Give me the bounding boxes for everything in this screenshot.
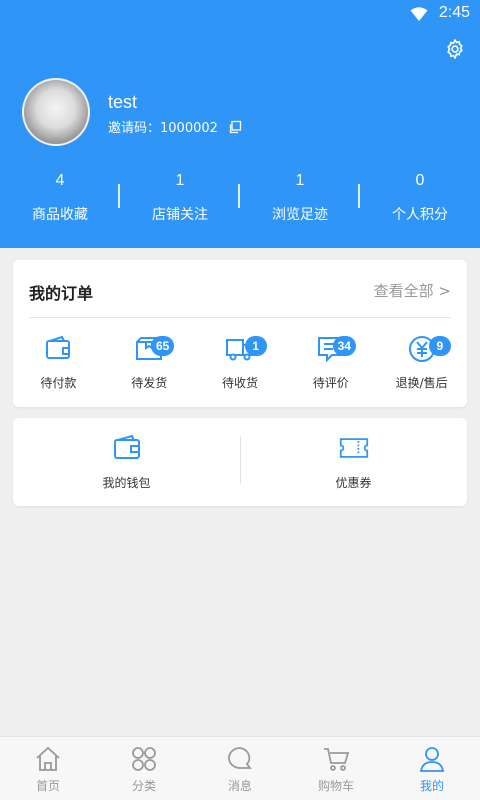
order-label: 待发货 (131, 376, 168, 390)
tab-messages[interactable]: 消息 (192, 737, 288, 800)
wallet-icon (46, 335, 71, 359)
coupons-button[interactable]: 优惠券 (240, 418, 467, 506)
category-icon (132, 747, 156, 771)
order-label: 待评价 (312, 376, 349, 390)
home-icon (36, 746, 60, 771)
stat-count: 1 (175, 172, 185, 189)
view-all-orders-link[interactable]: 查看全部 > (374, 280, 451, 301)
stat-favorites[interactable]: 4 商品收藏 (0, 168, 120, 232)
avatar[interactable] (22, 78, 90, 146)
order-count-badge: 65 (151, 336, 175, 356)
tab-home[interactable]: 首页 (0, 737, 96, 800)
tab-category[interactable]: 分类 (96, 737, 192, 800)
stat-count: 4 (55, 172, 65, 189)
order-pending-shipment[interactable]: 65 待发货 (104, 330, 195, 400)
stats-row: 4 商品收藏 1 店铺关注 1 浏览足迹 0 个人积分 (0, 168, 480, 232)
message-icon (228, 747, 252, 769)
username: test (108, 92, 138, 112)
tab-mine[interactable]: 我的 (384, 737, 480, 800)
services-card: 我的钱包 优惠券 (13, 418, 467, 506)
order-pending-review[interactable]: 34 待评价 (285, 330, 376, 400)
stat-count: 0 (415, 172, 425, 189)
cart-icon (324, 748, 350, 771)
my-wallet-button[interactable]: 我的钱包 (13, 418, 240, 506)
order-label: 退换/售后 (395, 376, 448, 390)
tab-label: 首页 (35, 779, 60, 793)
wallet-icon (113, 434, 140, 459)
order-pending-receipt[interactable]: 1 待收货 (195, 330, 286, 400)
stat-label: 浏览足迹 (272, 207, 328, 223)
status-bar: 2:45 (0, 0, 480, 28)
tab-cart[interactable]: 购物车 (288, 737, 384, 800)
profile-header: 2:45 test 邀请码：1000002 4 商品收藏 1 店铺关注 1 浏览… (0, 0, 480, 248)
order-count-badge: 34 (332, 336, 356, 356)
orders-title: 我的订单 (29, 284, 94, 303)
user-icon (419, 747, 445, 772)
order-count-badge: 9 (428, 336, 451, 356)
stat-label: 个人积分 (392, 207, 448, 223)
service-label: 我的钱包 (102, 476, 151, 490)
service-label: 优惠券 (335, 476, 372, 490)
order-refund-aftersales[interactable]: 9 退换/售后 (376, 330, 467, 400)
status-time: 2:45 (438, 4, 470, 21)
stat-points[interactable]: 0 个人积分 (360, 168, 480, 232)
coupon-icon (339, 438, 368, 458)
tab-label: 消息 (227, 779, 252, 793)
stat-label: 商品收藏 (32, 207, 88, 223)
bottom-tab-bar: 首页 分类 消息 购物车 我的 (0, 736, 480, 800)
order-label: 待收货 (221, 376, 258, 390)
invite-code: 邀请码：1000002 (108, 121, 218, 136)
invite-code-row: 邀请码：1000002 (108, 117, 242, 136)
stat-label: 店铺关注 (152, 207, 208, 223)
order-pending-payment[interactable]: 待付款 (13, 330, 104, 400)
order-count-badge: 1 (244, 336, 267, 356)
divider (29, 317, 451, 318)
stat-followed-shops[interactable]: 1 店铺关注 (120, 168, 240, 232)
tab-label: 分类 (131, 779, 156, 793)
stat-count: 1 (295, 172, 305, 189)
copy-icon[interactable] (228, 120, 242, 134)
wifi-icon (410, 7, 428, 21)
order-label: 待付款 (40, 376, 77, 390)
order-status-row: 待付款 65 待发货 1 待收货 34 待评价 9 退换/售后 (13, 330, 467, 400)
tab-label: 购物车 (317, 779, 354, 793)
stat-history[interactable]: 1 浏览足迹 (240, 168, 360, 232)
gear-icon[interactable] (444, 38, 466, 60)
tab-label: 我的 (419, 779, 444, 793)
orders-card: 我的订单 查看全部 > 待付款 65 待发货 1 待收货 34 待评价 9 退换… (13, 260, 467, 407)
